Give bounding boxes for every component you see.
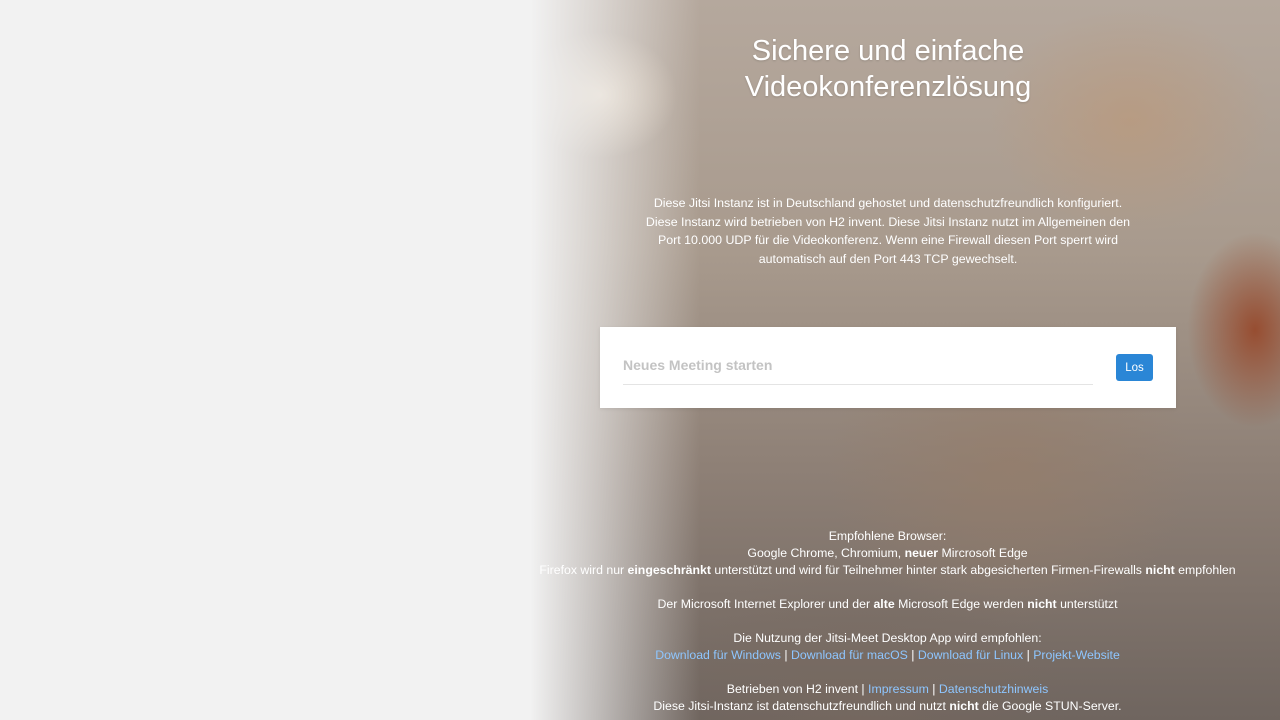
bold-segment: alte xyxy=(873,597,895,611)
browsers-recommended: Google Chrome, Chromium, neuer Mircrosof… xyxy=(535,545,1240,562)
text-segment: Microsoft Edge werden xyxy=(894,597,1028,611)
page-title: Sichere und einfache Videokonferenzlösun… xyxy=(588,33,1188,105)
bold-segment: nicht xyxy=(1027,597,1057,611)
text-segment: empfohlen xyxy=(1174,563,1236,577)
desktop-app-heading: Die Nutzung der Jitsi-Meet Desktop App w… xyxy=(733,631,1042,645)
project-website-link[interactable]: Projekt-Website xyxy=(1033,648,1120,662)
text-segment: Diese Jitsi-Instanz ist datenschutzfreun… xyxy=(653,699,950,713)
download-linux-link[interactable]: Download für Linux xyxy=(918,648,1023,662)
browsers-firefox-note: Firefox wird nur eingeschränkt unterstüt… xyxy=(535,562,1240,579)
privacy-link[interactable]: Datenschutzhinweis xyxy=(939,682,1048,696)
desktop-app-links: Download für Windows | Download für macO… xyxy=(535,647,1240,664)
new-meeting-card: Los xyxy=(600,327,1176,408)
welcome-page: Sichere und einfache Videokonferenzlösun… xyxy=(0,0,1280,720)
text-segment: unterstützt xyxy=(1056,597,1118,611)
download-windows-link[interactable]: Download für Windows xyxy=(655,648,781,662)
bold-segment: neuer xyxy=(904,546,939,560)
title-line-2: Videokonferenzlösung xyxy=(744,71,1032,103)
separator: | xyxy=(907,648,918,662)
browsers-heading: Empfohlene Browser: xyxy=(828,529,947,543)
download-macos-link[interactable]: Download für macOS xyxy=(791,648,908,662)
browsers-unsupported-note: Der Microsoft Internet Explorer und der … xyxy=(535,596,1240,613)
footer-info: Empfohlene Browser: Google Chrome, Chrom… xyxy=(535,528,1240,715)
bold-segment: eingeschränkt xyxy=(627,563,711,577)
text-segment: die Google STUN-Server. xyxy=(978,699,1122,713)
text-segment: Der Microsoft Internet Explorer und der xyxy=(657,597,874,611)
text-segment: Firefox wird nur xyxy=(539,563,628,577)
meeting-name-input[interactable] xyxy=(623,346,1093,385)
go-button[interactable]: Los xyxy=(1116,354,1153,381)
text-segment: unterstützt und wird für Teilnehmer hint… xyxy=(710,563,1146,577)
operated-by-text: Betrieben von H2 invent | xyxy=(726,682,869,696)
bold-segment: nicht xyxy=(949,699,979,713)
separator: | xyxy=(780,648,791,662)
text-segment: Google Chrome, Chromium, xyxy=(747,546,905,560)
title-line-1: Sichere und einfache xyxy=(751,35,1025,67)
intro-description: Diese Jitsi Instanz ist in Deutschland g… xyxy=(645,196,1131,266)
bold-segment: nicht xyxy=(1145,563,1175,577)
stun-note: Diese Jitsi-Instanz ist datenschutzfreun… xyxy=(535,698,1240,715)
separator: | xyxy=(928,682,939,696)
separator: | xyxy=(1023,648,1034,662)
impressum-link[interactable]: Impressum xyxy=(868,682,929,696)
legal-links: Betrieben von H2 invent | Impressum | Da… xyxy=(535,681,1240,698)
text-segment: Mircrosoft Edge xyxy=(938,546,1028,560)
